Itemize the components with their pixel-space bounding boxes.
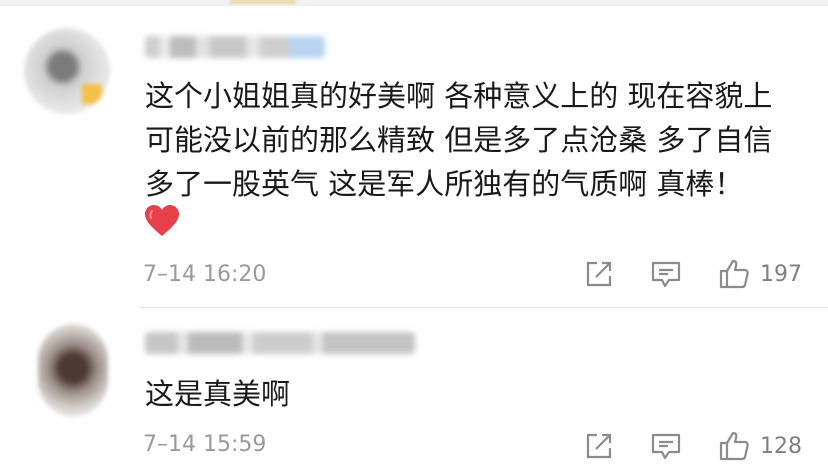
comment-time: 7–14 15:59	[143, 432, 267, 457]
share-icon	[586, 433, 612, 459]
like-button[interactable]: 197	[718, 258, 802, 290]
thumbs-up-icon	[719, 431, 749, 461]
share-button[interactable]	[584, 259, 614, 289]
share-icon	[586, 261, 612, 287]
reply-button[interactable]	[650, 259, 682, 289]
avatar[interactable]	[38, 324, 108, 416]
comment-item: 这是真美啊 7–14 15:59 128	[0, 308, 828, 473]
red-heart-icon	[144, 204, 180, 238]
comment-text: 这是真美啊	[145, 377, 291, 411]
username-blurred[interactable]	[145, 332, 415, 354]
comment-actions: 197	[548, 256, 802, 292]
comment-icon	[651, 261, 681, 288]
reply-button[interactable]	[650, 431, 682, 461]
like-count: 197	[760, 261, 802, 287]
comment-item: 这个小姐姐真的好美啊 各种意义上的 现在容貌上 可能没以前的那么精致 但是多了点…	[0, 6, 828, 307]
username-blurred[interactable]	[145, 36, 325, 58]
thumbs-up-icon	[719, 259, 749, 289]
comment-icon	[651, 433, 681, 460]
like-button[interactable]: 128	[718, 430, 802, 462]
comment-text: 这个小姐姐真的好美啊 各种意义上的 现在容貌上 可能没以前的那么精致 但是多了点…	[145, 79, 773, 201]
like-count: 128	[760, 433, 802, 459]
share-button[interactable]	[584, 431, 614, 461]
comment-time: 7–14 16:20	[143, 262, 267, 287]
avatar[interactable]	[24, 28, 110, 114]
comment-actions: 128	[548, 428, 802, 464]
